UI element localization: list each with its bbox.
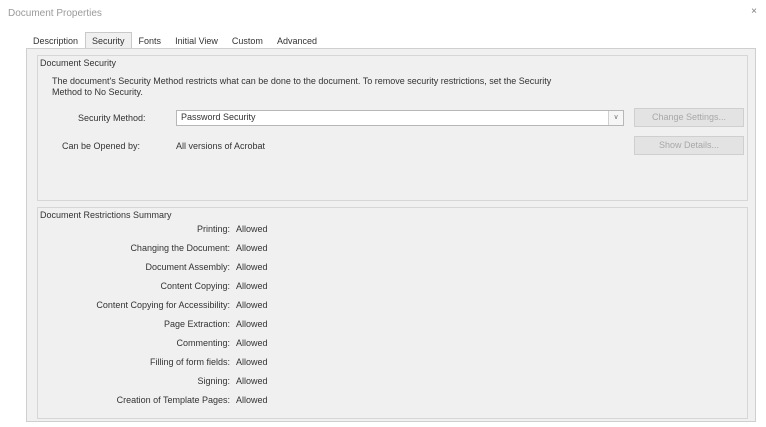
- security-description: The document's Security Method restricts…: [52, 76, 552, 97]
- restriction-label: Changing the Document:: [130, 243, 230, 253]
- restriction-value: Allowed: [236, 224, 268, 234]
- restriction-row: Creation of Template Pages: Allowed: [38, 395, 438, 409]
- security-method-label: Security Method:: [78, 113, 146, 123]
- restriction-value: Allowed: [236, 338, 268, 348]
- restriction-row: Changing the Document: Allowed: [38, 243, 438, 257]
- group-title-security: Document Security: [40, 58, 117, 68]
- restriction-value: Allowed: [236, 376, 268, 386]
- opened-by-label: Can be Opened by:: [62, 141, 141, 151]
- tab-description[interactable]: Description: [26, 33, 85, 48]
- tab-security[interactable]: Security: [85, 32, 132, 49]
- restriction-label: Filling of form fields:: [149, 357, 230, 367]
- tab-advanced[interactable]: Advanced: [270, 33, 324, 48]
- title-bar: Document Properties ×: [0, 0, 766, 24]
- restriction-row: Document Assembly: Allowed: [38, 262, 438, 276]
- restriction-value: Allowed: [236, 243, 268, 253]
- security-method-select[interactable]: Password Security ∨: [176, 110, 624, 126]
- tab-strip: Description Security Fonts Initial View …: [26, 32, 324, 49]
- restriction-value: Allowed: [236, 357, 268, 367]
- restriction-label: Printing:: [196, 224, 230, 234]
- restriction-label: Content Copying for Accessibility:: [96, 300, 230, 310]
- change-settings-button[interactable]: Change Settings...: [634, 108, 744, 127]
- restriction-label: Creation of Template Pages:: [116, 395, 230, 405]
- restriction-value: Allowed: [236, 300, 268, 310]
- restriction-label: Page Extraction:: [163, 319, 230, 329]
- group-title-restrictions: Document Restrictions Summary: [40, 210, 172, 220]
- restriction-label: Commenting:: [176, 338, 230, 348]
- show-details-button[interactable]: Show Details...: [634, 136, 744, 155]
- tab-custom[interactable]: Custom: [225, 33, 270, 48]
- restriction-row: Printing: Allowed: [38, 224, 438, 238]
- security-method-value: Password Security: [181, 112, 256, 122]
- opened-by-value: All versions of Acrobat: [176, 141, 266, 151]
- restriction-label: Content Copying:: [160, 281, 230, 291]
- restriction-value: Allowed: [236, 319, 268, 329]
- restriction-label: Document Assembly:: [145, 262, 230, 272]
- chevron-down-icon[interactable]: ∨: [608, 111, 623, 125]
- restriction-row: Commenting: Allowed: [38, 338, 438, 352]
- window-title: Document Properties: [8, 8, 102, 19]
- restriction-row: Signing: Allowed: [38, 376, 438, 390]
- tab-initial-view[interactable]: Initial View: [168, 33, 225, 48]
- close-icon[interactable]: ×: [748, 6, 760, 18]
- restriction-row: Filling of form fields: Allowed: [38, 357, 438, 371]
- tab-fonts[interactable]: Fonts: [132, 33, 169, 48]
- restriction-value: Allowed: [236, 281, 268, 291]
- restriction-row: Page Extraction: Allowed: [38, 319, 438, 333]
- restriction-row: Content Copying: Allowed: [38, 281, 438, 295]
- restriction-label: Signing:: [197, 376, 230, 386]
- restriction-row: Content Copying for Accessibility: Allow…: [38, 300, 438, 314]
- restriction-value: Allowed: [236, 395, 268, 405]
- document-security-group: Document Security The document's Securit…: [37, 55, 748, 201]
- restriction-value: Allowed: [236, 262, 268, 272]
- security-tab-panel: Document Security The document's Securit…: [26, 48, 756, 422]
- restrictions-summary-group: Document Restrictions Summary Printing: …: [37, 207, 748, 419]
